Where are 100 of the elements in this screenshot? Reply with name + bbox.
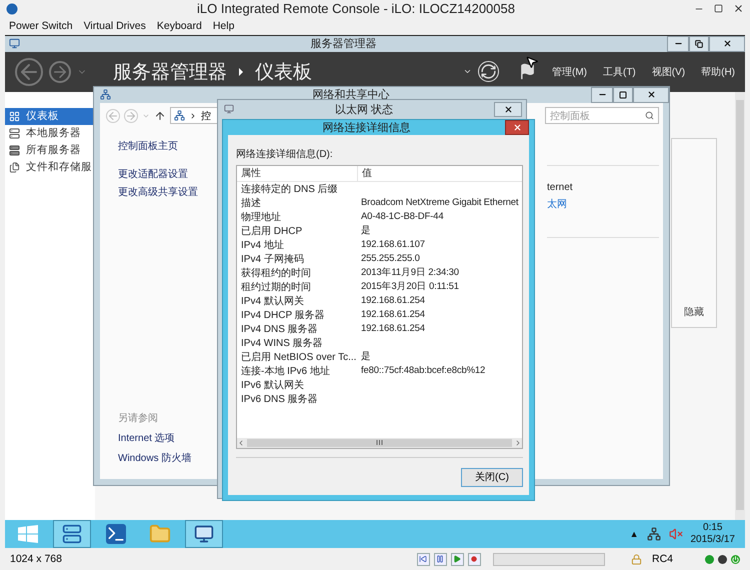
menu-item[interactable]: 视图(V) [652, 64, 686, 79]
close-icon[interactable] [733, 3, 744, 14]
close-icon[interactable] [646, 90, 656, 100]
property-cell-text: IPv4 DHCP 服务器 [241, 308, 326, 322]
minimize-button[interactable] [667, 36, 689, 52]
record-button[interactable] [468, 552, 481, 566]
close-icon[interactable] [504, 104, 512, 114]
flag-icon[interactable] [518, 63, 536, 80]
maximize-icon[interactable] [619, 90, 627, 99]
breadcrumb-item[interactable]: 服务器管理器 [113, 58, 227, 85]
back-button[interactable] [15, 58, 43, 86]
sidebar-item[interactable]: 本地服务器 [5, 124, 95, 142]
value-cell: 192.168.61.107 [361, 239, 425, 250]
server-icon[interactable] [62, 524, 82, 544]
property-cell-text: IPv6 默认网关 [241, 378, 305, 392]
property-cell-text: 物理地址 [241, 210, 282, 224]
taskbar-button[interactable] [53, 520, 91, 548]
grip-icon[interactable] [376, 440, 383, 446]
search-icon[interactable] [645, 111, 654, 120]
server-icon [9, 128, 20, 139]
property-cell-text: IPv4 默认网关 [241, 294, 305, 308]
play-button[interactable] [450, 552, 464, 566]
value-cell: 255.255.255.0 [361, 253, 420, 264]
close-icon[interactable] [722, 39, 732, 48]
value-cell: 192.168.61.254 [361, 309, 425, 320]
close-button[interactable] [505, 120, 529, 135]
tray-toggle[interactable]: ▲ [630, 529, 638, 540]
chevron-icon [189, 112, 197, 120]
value-cell: 192.168.61.254 [361, 295, 425, 306]
record-icon[interactable] [471, 556, 478, 562]
clock[interactable]: 0:15 2015/3/17 [690, 522, 735, 546]
server-icon [9, 144, 20, 156]
play-icon[interactable] [453, 555, 462, 564]
menu-item[interactable]: Keyboard [156, 20, 202, 32]
list-label: 网络连接详细信息(D): [236, 148, 334, 161]
window-title: iLO Integrated Remote Console - iLO: ILOCZ14200058 [196, 1, 516, 16]
restore-button[interactable] [689, 36, 709, 52]
taskbar-button[interactable] [185, 520, 223, 548]
property-cell-text: IPv4 DNS 服务器 [241, 322, 319, 336]
sidebar-item[interactable]: 所有服务器 [5, 142, 95, 159]
window-title: 以太网 状态 [334, 102, 394, 117]
pause-button[interactable] [434, 552, 447, 566]
value-cell: A0-48-1C-B8-DF-44 [361, 211, 444, 222]
property-cell-text: IPv4 WINS 服务器 [241, 336, 324, 350]
value-cell: Broadcom NetXtreme Gigabit Ethernet [361, 197, 518, 208]
address-text: 控 [201, 110, 211, 123]
speaker-muted-icon[interactable] [668, 527, 682, 542]
scroll-left-icon[interactable] [237, 438, 245, 447]
value-cell: 是 [361, 350, 371, 364]
scroll-right-icon[interactable] [514, 438, 522, 447]
value-cell: 192.168.61.254 [361, 323, 425, 334]
menu-item[interactable]: Virtual Drives [84, 20, 146, 32]
property-cell-text: 已启用 DHCP [241, 224, 304, 238]
property-cell-text: IPv4 子网掩码 [241, 252, 305, 266]
up-button[interactable] [154, 110, 166, 122]
monitor-icon[interactable] [194, 524, 214, 544]
property-cell-text: 连接-本地 IPv6 地址 [241, 364, 331, 378]
menu-item[interactable]: 管理(M) [552, 64, 587, 79]
maximize-button[interactable] [613, 86, 633, 103]
restore-icon[interactable] [695, 40, 703, 48]
sidebar-item[interactable]: 仪表板 [5, 108, 95, 125]
window-title: 网络连接详细信息 [322, 120, 412, 135]
close-button[interactable] [709, 36, 745, 52]
connection-link[interactable]: 太网 [547, 196, 659, 211]
close-button[interactable] [633, 86, 669, 103]
menu-item[interactable]: Help [212, 20, 234, 32]
scrollbar[interactable] [735, 92, 745, 520]
section-heading: 另请参阅 [118, 412, 159, 425]
resolution-label: 1024 x 768 [10, 553, 62, 566]
adapter-icon [224, 104, 234, 114]
network-icon[interactable] [646, 527, 660, 542]
window-title: 服务器管理器 [310, 37, 378, 52]
terminal-icon[interactable] [106, 524, 126, 544]
cursor-icon [525, 54, 539, 69]
rewind-button[interactable] [416, 552, 430, 566]
property-cell-text: 连接特定的 DNS 后缀 [241, 182, 339, 196]
property-cell-text: IPv4 地址 [241, 238, 285, 252]
rewind-icon[interactable] [419, 555, 428, 564]
horizontal-scrollbar[interactable] [237, 438, 522, 448]
files-icon [9, 162, 20, 173]
pause-icon[interactable] [436, 555, 444, 564]
forward-button[interactable] [49, 60, 71, 83]
hide-link[interactable]: 隐藏 [684, 304, 704, 319]
app-icon [9, 38, 20, 50]
menu-item[interactable]: 工具(T) [602, 64, 636, 79]
menu-item[interactable]: Power Switch [9, 20, 73, 32]
column-header[interactable]: 属性 [237, 166, 358, 181]
breadcrumb-item[interactable]: 仪表板 [255, 58, 312, 85]
column-header[interactable]: 值 [358, 166, 522, 181]
network-icon [100, 89, 111, 100]
refresh-button[interactable] [478, 61, 499, 82]
lock-icon [630, 554, 642, 565]
maximize-icon[interactable] [714, 4, 723, 14]
sidebar-item[interactable]: 文件和存储服 [5, 158, 95, 176]
close-button[interactable] [494, 102, 522, 117]
menu-item[interactable]: 帮助(H) [701, 64, 735, 79]
value-cell: 2015年3月20日 0:11:51 [361, 280, 459, 294]
close-button[interactable]: 关闭(C) [461, 468, 523, 487]
cipher-label: RC4 [652, 553, 673, 566]
value-cell: 是 [361, 224, 371, 238]
